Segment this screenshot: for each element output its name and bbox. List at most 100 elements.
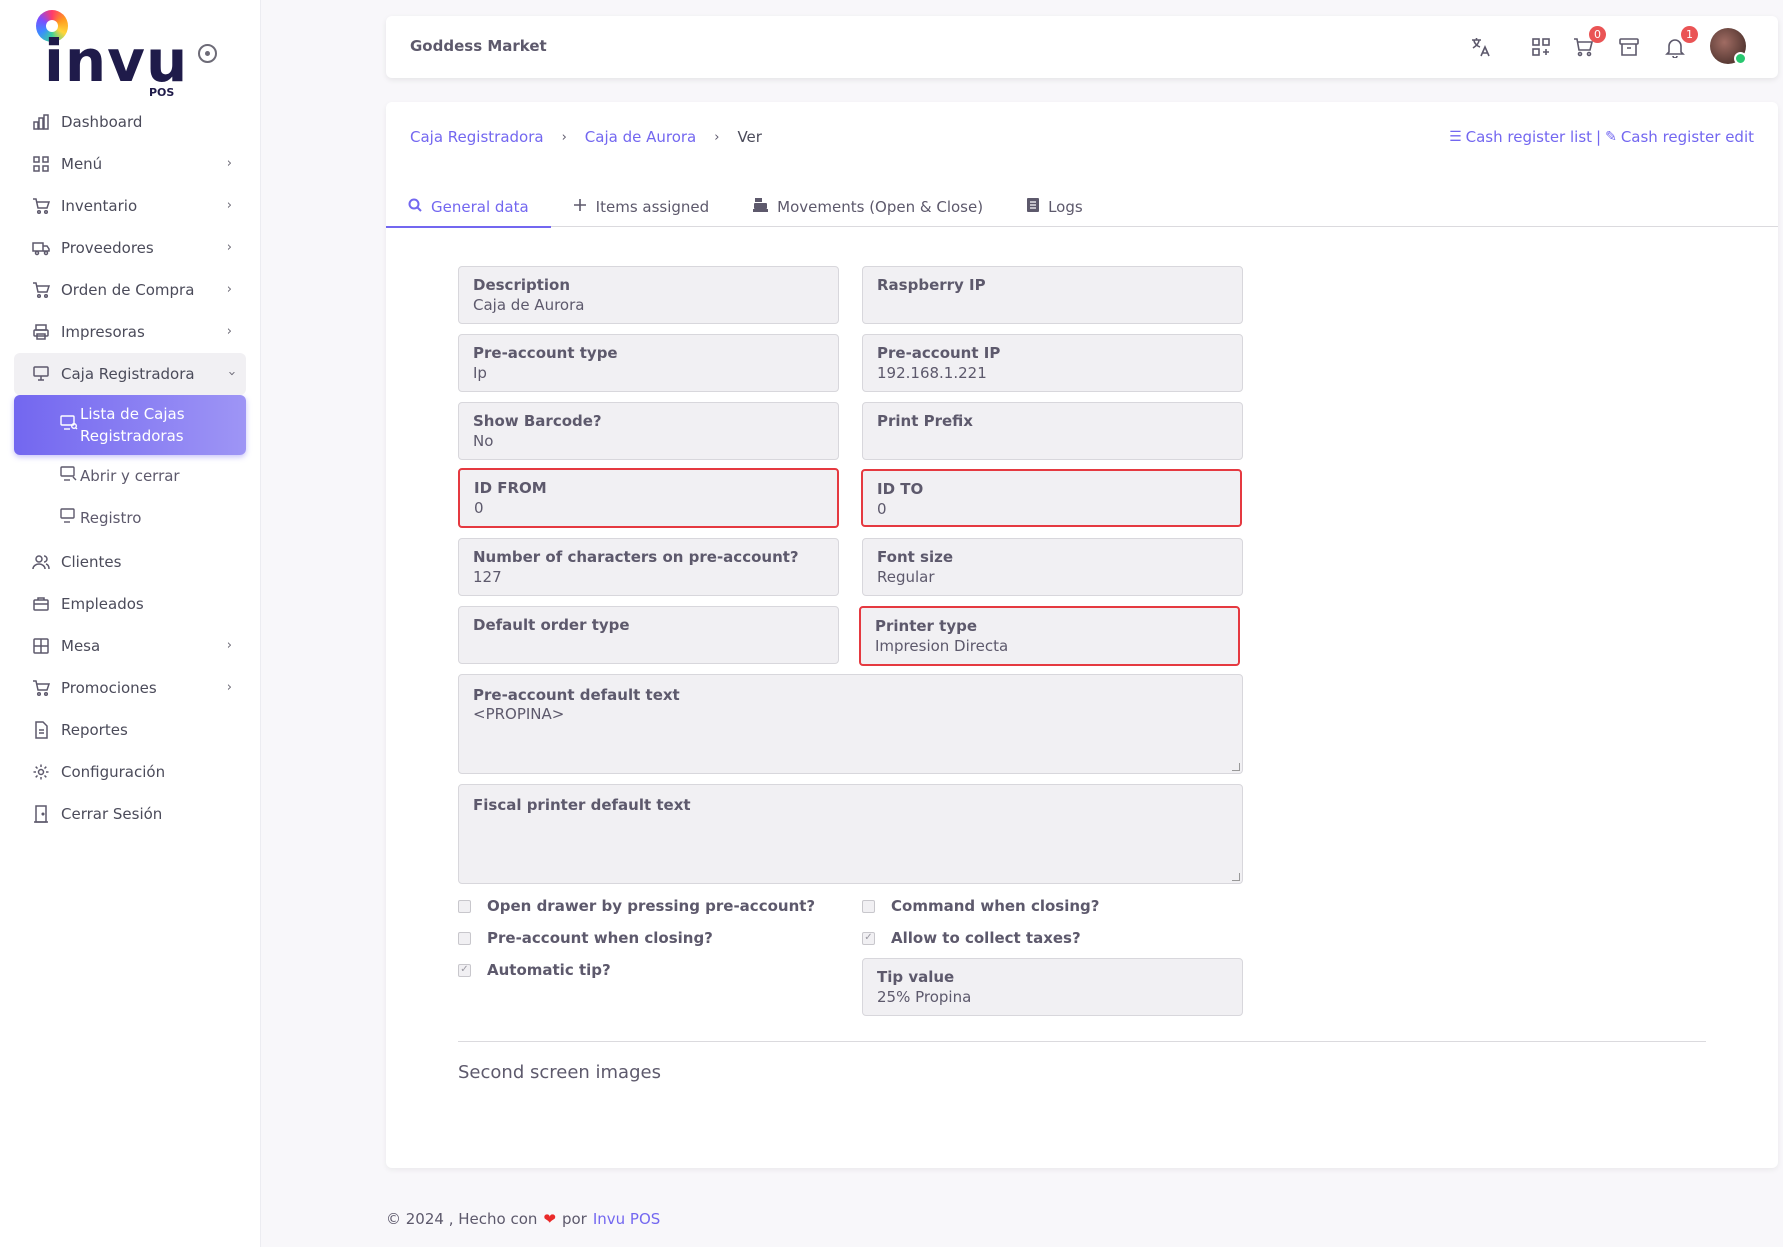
sidebar-subitem-label: Lista de Cajas Registradoras bbox=[80, 405, 185, 445]
sidebar-subitem-registro[interactable]: Registro bbox=[14, 497, 246, 539]
chevron-right-icon: › bbox=[226, 282, 232, 297]
table-icon bbox=[31, 636, 51, 656]
sidebar-item-menu[interactable]: Menú › bbox=[14, 143, 246, 185]
checklist-icon: ☰ bbox=[1449, 129, 1462, 145]
monitor-search-icon bbox=[60, 415, 78, 435]
edit-icon: ✎ bbox=[1605, 129, 1617, 145]
sidebar-item-label: Inventario bbox=[61, 197, 138, 215]
heart-icon: ❤ bbox=[543, 1210, 556, 1228]
sidebar-item-empleados[interactable]: Empleados bbox=[14, 583, 246, 625]
command-closing-checkbox[interactable]: Command when closing? bbox=[862, 897, 1099, 915]
tab-items-assigned[interactable]: Items assigned bbox=[551, 186, 732, 227]
bell-icon[interactable]: 1 bbox=[1662, 26, 1698, 60]
invu-logo[interactable]: invu POS bbox=[34, 10, 187, 100]
checkbox-unchecked[interactable] bbox=[862, 899, 875, 913]
id-to-field[interactable]: ID TO 0 bbox=[861, 469, 1242, 527]
section-divider bbox=[458, 1041, 1706, 1042]
translate-icon[interactable] bbox=[1468, 34, 1494, 60]
checkbox-checked[interactable]: ✓ bbox=[458, 963, 471, 977]
sidebar-menu: Dashboard Menú › Inventario › Proveedore… bbox=[14, 101, 246, 835]
pre-account-default-text[interactable]: Pre-account default text <PROPINA> bbox=[458, 674, 1243, 774]
sidebar-collapse-icon[interactable] bbox=[198, 44, 217, 63]
field-label: Default order type bbox=[473, 616, 630, 634]
field-value: No bbox=[473, 432, 494, 450]
description-field[interactable]: Description Caja de Aurora bbox=[458, 266, 839, 324]
sidebar-item-dashboard[interactable]: Dashboard bbox=[14, 101, 246, 143]
font-size-field[interactable]: Font size Regular bbox=[862, 538, 1243, 596]
footer-text: © 2024 , Hecho con bbox=[386, 1210, 538, 1228]
raspberry-ip-field[interactable]: Raspberry IP bbox=[862, 266, 1243, 324]
fiscal-printer-default-text[interactable]: Fiscal printer default text bbox=[458, 784, 1243, 884]
cart-icon[interactable]: 0 bbox=[1570, 26, 1606, 60]
tabs: General data Items assigned Movements (O… bbox=[386, 186, 1778, 228]
chevron-right-icon: › bbox=[226, 680, 232, 695]
sidebar-item-impresoras[interactable]: Impresoras › bbox=[14, 311, 246, 353]
tab-general-data[interactable]: General data bbox=[386, 186, 551, 228]
pre-account-type-field[interactable]: Pre-account type Ip bbox=[458, 334, 839, 392]
field-label: ID FROM bbox=[474, 479, 547, 497]
field-value: <PROPINA> bbox=[473, 705, 565, 723]
printer-type-field[interactable]: Printer type Impresion Directa bbox=[859, 606, 1240, 666]
pre-account-closing-checkbox[interactable]: Pre-account when closing? bbox=[458, 929, 713, 947]
field-value: Ip bbox=[473, 364, 487, 382]
sidebar-item-label: Proveedores bbox=[61, 239, 154, 257]
resize-handle[interactable] bbox=[1232, 763, 1240, 771]
chevron-right-icon: › bbox=[226, 198, 232, 213]
sidebar-item-proveedores[interactable]: Proveedores › bbox=[14, 227, 246, 269]
apps-add-icon[interactable] bbox=[1528, 34, 1554, 60]
top-navbar: Goddess Market 0 1 bbox=[386, 16, 1778, 78]
cash-register-list-link[interactable]: Cash register list bbox=[1466, 128, 1592, 146]
checkbox-unchecked[interactable] bbox=[458, 899, 471, 913]
sidebar-subitem-abrir-cerrar[interactable]: Abrir y cerrar bbox=[14, 455, 246, 497]
sidebar-item-label: Mesa bbox=[61, 637, 101, 655]
sidebar-item-promociones[interactable]: Promociones › bbox=[14, 667, 246, 709]
sidebar-item-reportes[interactable]: Reportes bbox=[14, 709, 246, 751]
id-from-field[interactable]: ID FROM 0 bbox=[458, 468, 839, 528]
checkbox-checked[interactable]: ✓ bbox=[862, 931, 875, 945]
chevron-right-icon: › bbox=[226, 638, 232, 653]
breadcrumb-caja-aurora[interactable]: Caja de Aurora bbox=[585, 128, 696, 146]
open-drawer-checkbox[interactable]: Open drawer by pressing pre-account? bbox=[458, 897, 815, 915]
tab-movements[interactable]: Movements (Open & Close) bbox=[731, 186, 1005, 227]
field-label: Pre-account IP bbox=[877, 344, 1001, 362]
print-prefix-field[interactable]: Print Prefix bbox=[862, 402, 1243, 460]
collect-taxes-checkbox[interactable]: ✓ Allow to collect taxes? bbox=[862, 929, 1081, 947]
footer-invu-link[interactable]: Invu POS bbox=[593, 1210, 660, 1228]
user-avatar[interactable] bbox=[1710, 28, 1747, 65]
field-value: 192.168.1.221 bbox=[877, 364, 987, 382]
sidebar-item-orden-compra[interactable]: Orden de Compra › bbox=[14, 269, 246, 311]
sidebar-item-inventario[interactable]: Inventario › bbox=[14, 185, 246, 227]
sidebar-item-label: Empleados bbox=[61, 595, 144, 613]
resize-handle[interactable] bbox=[1232, 873, 1240, 881]
field-label: Number of characters on pre-account? bbox=[473, 548, 799, 566]
checkbox-label: Allow to collect taxes? bbox=[891, 929, 1081, 947]
archive-icon[interactable] bbox=[1616, 34, 1642, 60]
sidebar-item-configuracion[interactable]: Configuración bbox=[14, 751, 246, 793]
field-value: Impresion Directa bbox=[875, 637, 1009, 655]
field-label: ID TO bbox=[877, 480, 924, 498]
plus-icon bbox=[573, 198, 587, 216]
checkbox-label: Pre-account when closing? bbox=[487, 929, 713, 947]
sidebar-item-cerrar-sesion[interactable]: Cerrar Sesión bbox=[14, 793, 246, 835]
chevron-right-icon: › bbox=[226, 324, 232, 339]
breadcrumb-caja-registradora[interactable]: Caja Registradora bbox=[410, 128, 544, 146]
cash-register-edit-link[interactable]: Cash register edit bbox=[1621, 128, 1754, 146]
automatic-tip-checkbox[interactable]: ✓ Automatic tip? bbox=[458, 961, 611, 979]
tab-logs[interactable]: Logs bbox=[1005, 186, 1105, 227]
chart-bar-icon bbox=[31, 112, 51, 132]
tip-value-field[interactable]: Tip value 25% Propina bbox=[862, 958, 1243, 1016]
monitor-icon bbox=[60, 466, 78, 486]
printer-icon bbox=[31, 322, 51, 342]
sidebar-item-clientes[interactable]: Clientes bbox=[14, 541, 246, 583]
checkbox-unchecked[interactable] bbox=[458, 931, 471, 945]
num-characters-field[interactable]: Number of characters on pre-account? 127 bbox=[458, 538, 839, 596]
sidebar-subitem-lista-cajas[interactable]: Lista de Cajas Registradoras bbox=[14, 395, 246, 455]
field-label: Description bbox=[473, 276, 571, 294]
sidebar-item-mesa[interactable]: Mesa › bbox=[14, 625, 246, 667]
pre-account-ip-field[interactable]: Pre-account IP 192.168.1.221 bbox=[862, 334, 1243, 392]
show-barcode-field[interactable]: Show Barcode? No bbox=[458, 402, 839, 460]
field-label: Raspberry IP bbox=[877, 276, 986, 294]
sidebar-item-caja-registradora[interactable]: Caja Registradora › bbox=[14, 353, 246, 395]
default-order-type-field[interactable]: Default order type bbox=[458, 606, 839, 664]
sidebar-item-label: Menú bbox=[61, 155, 103, 173]
